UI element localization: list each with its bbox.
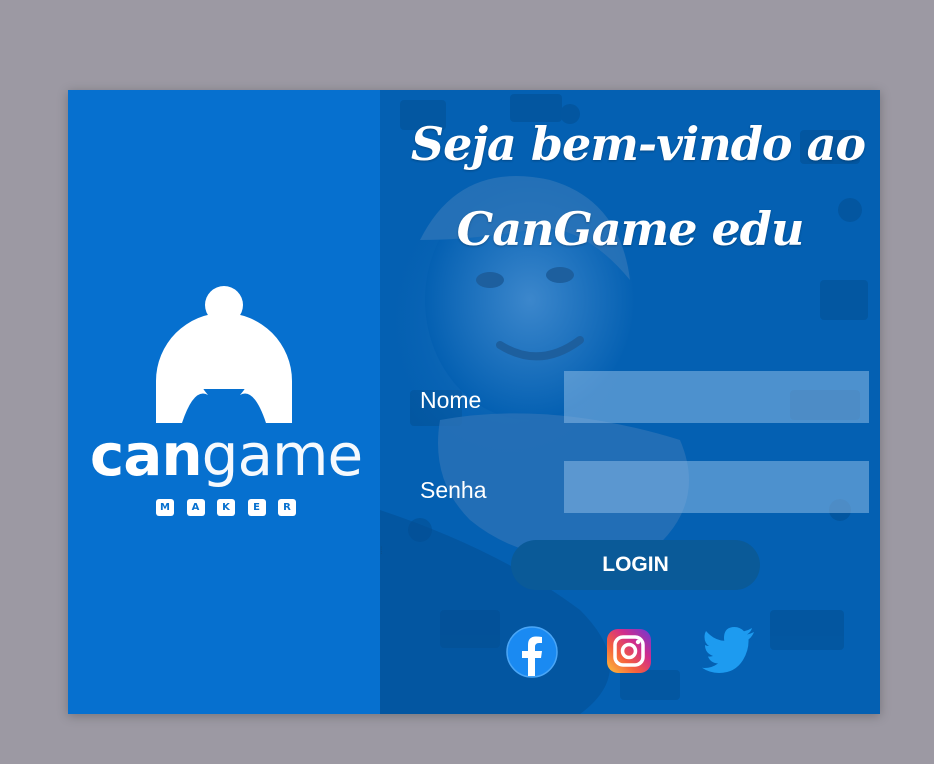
instagram-link[interactable] (606, 628, 658, 680)
brand-panel: cangame M A K E R (68, 90, 380, 714)
login-button[interactable]: LOGIN (511, 540, 760, 590)
welcome-line-2: CanGame edu (456, 202, 805, 256)
instagram-icon (607, 629, 651, 673)
maker-key-r: R (278, 499, 296, 516)
logo-wordmark: cangame (88, 420, 364, 490)
welcome-line-1: Seja bem-vindo ao (410, 117, 866, 171)
logo-word-can: can (89, 421, 203, 489)
password-label: Senha (420, 477, 487, 503)
twitter-link[interactable] (702, 626, 754, 678)
divider-handle: ⁞ (380, 546, 383, 557)
facebook-link[interactable] (506, 626, 558, 678)
facebook-icon (506, 626, 558, 678)
login-card: cangame M A K E R Seja bem-vindo ao CanG… (68, 90, 880, 714)
name-input[interactable] (564, 371, 869, 423)
login-panel: Seja bem-vindo ao CanGame edu Nome Senha… (380, 90, 880, 714)
name-label: Nome (420, 387, 482, 413)
cangame-logo-icon (156, 286, 292, 423)
maker-key-a: A (186, 499, 205, 516)
twitter-icon (702, 627, 754, 673)
maker-key-k: K (217, 499, 235, 516)
maker-keys: M A K E R (156, 499, 296, 517)
maker-key-m: M (156, 499, 174, 516)
logo-word-game: game (201, 421, 364, 489)
password-input[interactable] (564, 461, 869, 513)
maker-key-e: E (247, 499, 266, 516)
